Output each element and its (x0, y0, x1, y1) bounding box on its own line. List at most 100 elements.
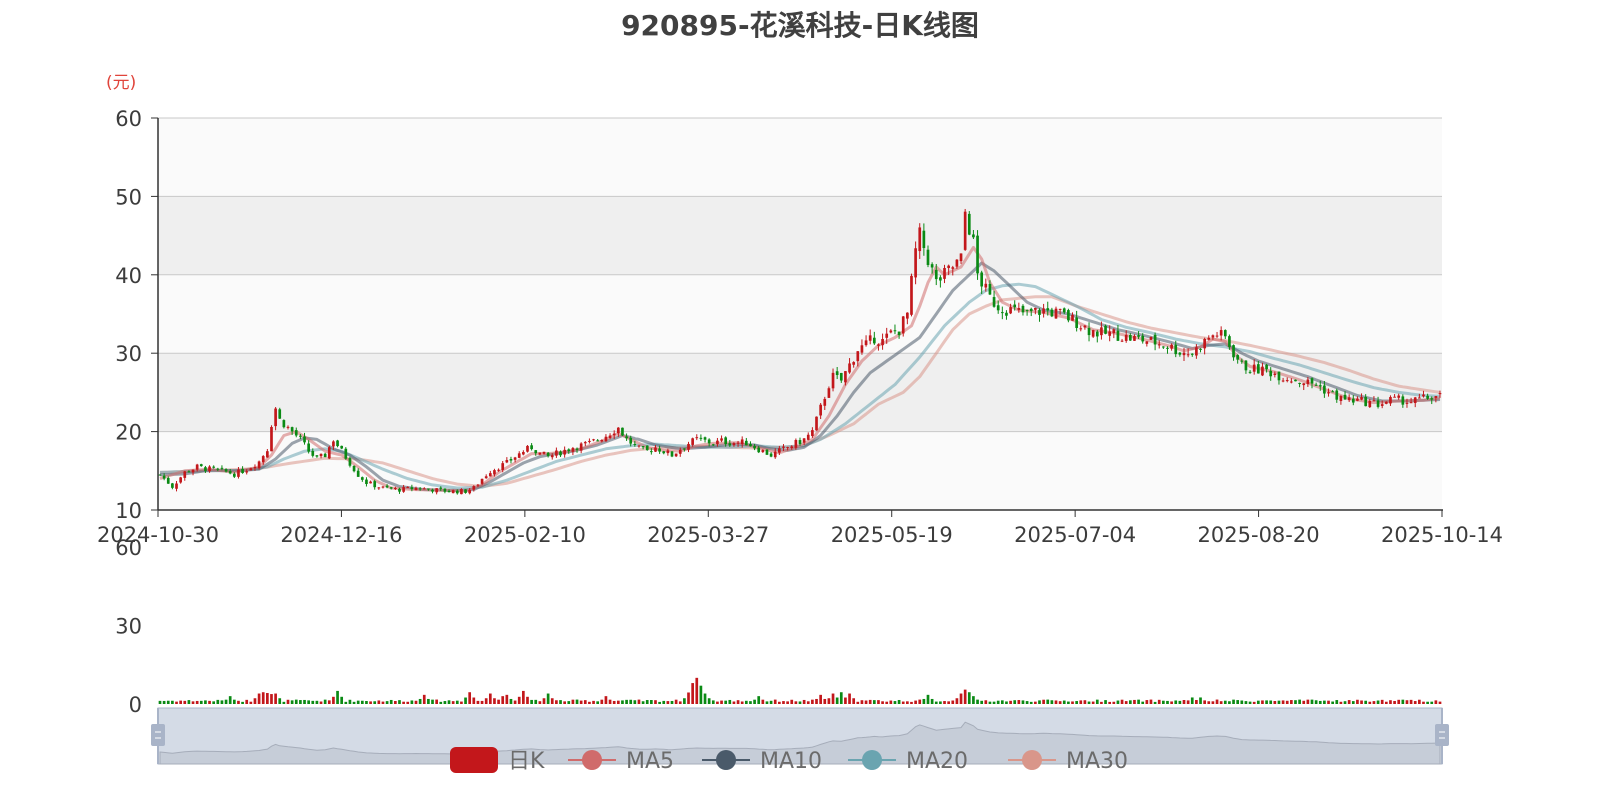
volume-bar (385, 701, 389, 704)
legend-item-ma10[interactable]: MA10 (702, 749, 822, 774)
volume-bar (1306, 699, 1310, 704)
candle-body (1095, 331, 1099, 337)
candle-body (1294, 379, 1297, 382)
candle-body (823, 398, 827, 406)
volume-bar (468, 692, 472, 704)
volume-bar (963, 689, 967, 704)
candle-body (290, 427, 294, 432)
legend-label: MA30 (1066, 749, 1128, 774)
x-tick-label: 2025-02-10 (464, 523, 586, 547)
candle-body (162, 475, 166, 479)
x-tick-label: 2024-12-16 (280, 523, 402, 547)
volume-bar (1281, 700, 1285, 704)
candle-body (885, 333, 889, 338)
legend-item-日k[interactable]: 日K (450, 747, 545, 774)
volume-bar (1335, 700, 1339, 704)
volume-bar (451, 701, 455, 704)
candle-body (1331, 391, 1334, 393)
volume-bar (439, 701, 443, 704)
candle-body (1236, 355, 1240, 360)
volume-bar (678, 701, 682, 704)
volume-bar (645, 700, 649, 704)
candle-body (901, 316, 905, 334)
legend-item-ma20[interactable]: MA20 (848, 749, 968, 774)
candle-body (282, 420, 286, 428)
candle-body (914, 248, 917, 278)
candle-body (852, 362, 856, 365)
candle-body (1418, 397, 1421, 399)
volume-bar (274, 693, 277, 704)
candle-body (868, 335, 872, 341)
volume-bar (703, 693, 707, 704)
candle-body (484, 476, 488, 479)
candle-body (435, 488, 438, 493)
candle-body (1067, 310, 1070, 321)
volume-bar (860, 700, 864, 704)
candle-body (476, 484, 480, 486)
zoom-handle-right[interactable] (1435, 724, 1449, 746)
volume-bar (381, 701, 385, 704)
candle-body (1034, 307, 1037, 310)
candle-body (674, 453, 678, 457)
volume-bar (1009, 700, 1012, 704)
candle-body (352, 465, 356, 472)
volume-bar (1120, 699, 1124, 704)
volume-bar (1294, 700, 1297, 704)
candle-body (724, 437, 728, 445)
volume-bar (369, 701, 372, 704)
candle-body (1232, 345, 1235, 358)
volume-bar (1000, 700, 1004, 704)
volume-bar (658, 701, 661, 704)
candle-body (621, 427, 624, 436)
volume-bar (1005, 701, 1008, 704)
volume-bar (1062, 700, 1066, 704)
volume-bar (290, 700, 294, 704)
candle-body (224, 469, 228, 472)
candle-body (963, 211, 967, 250)
candle-body (967, 213, 971, 235)
candle-body (472, 486, 476, 490)
candle-body (1223, 330, 1227, 337)
candle-body (992, 297, 996, 307)
volume-bar (922, 698, 926, 704)
volume-bar (199, 700, 203, 704)
volume-bar (901, 701, 905, 704)
volume-bar (1079, 700, 1083, 704)
legend-item-ma30[interactable]: MA30 (1008, 749, 1128, 774)
candle-body (389, 487, 393, 489)
volume-bar (1190, 697, 1194, 704)
volume-bar (282, 701, 286, 704)
volume-bar (356, 700, 360, 704)
volume-bar (1236, 700, 1240, 704)
volume-bar (513, 700, 517, 704)
volume-bar (1438, 701, 1442, 704)
candle-body (286, 426, 290, 428)
candle-body (278, 409, 282, 419)
volume-bar (740, 701, 744, 704)
candle-body (571, 448, 575, 452)
volume-bar (1203, 700, 1206, 704)
volume-bar (1430, 701, 1434, 704)
candle-body (253, 466, 257, 469)
volume-bar (294, 699, 298, 704)
volume-bar (1327, 700, 1330, 704)
volume-bar (394, 701, 397, 704)
candle-body (633, 443, 637, 445)
volume-bar (592, 700, 595, 704)
volume-bar (1095, 699, 1099, 704)
candle-body (1285, 380, 1289, 382)
volume-bar (839, 692, 843, 704)
volume-bar (323, 699, 327, 704)
price-y-tick-label: 40 (115, 264, 142, 288)
volume-bar (604, 696, 608, 704)
candle-body (1046, 308, 1050, 311)
volume-bar (476, 700, 480, 704)
volume-bar (955, 698, 959, 704)
x-tick-label: 2024-10-30 (97, 523, 219, 547)
candle-body (1306, 379, 1310, 384)
candle-body (216, 468, 220, 470)
zoom-handle-left[interactable] (151, 724, 165, 746)
volume-bar (336, 690, 339, 704)
volume-bar (716, 701, 719, 704)
candle-body (1397, 395, 1401, 398)
